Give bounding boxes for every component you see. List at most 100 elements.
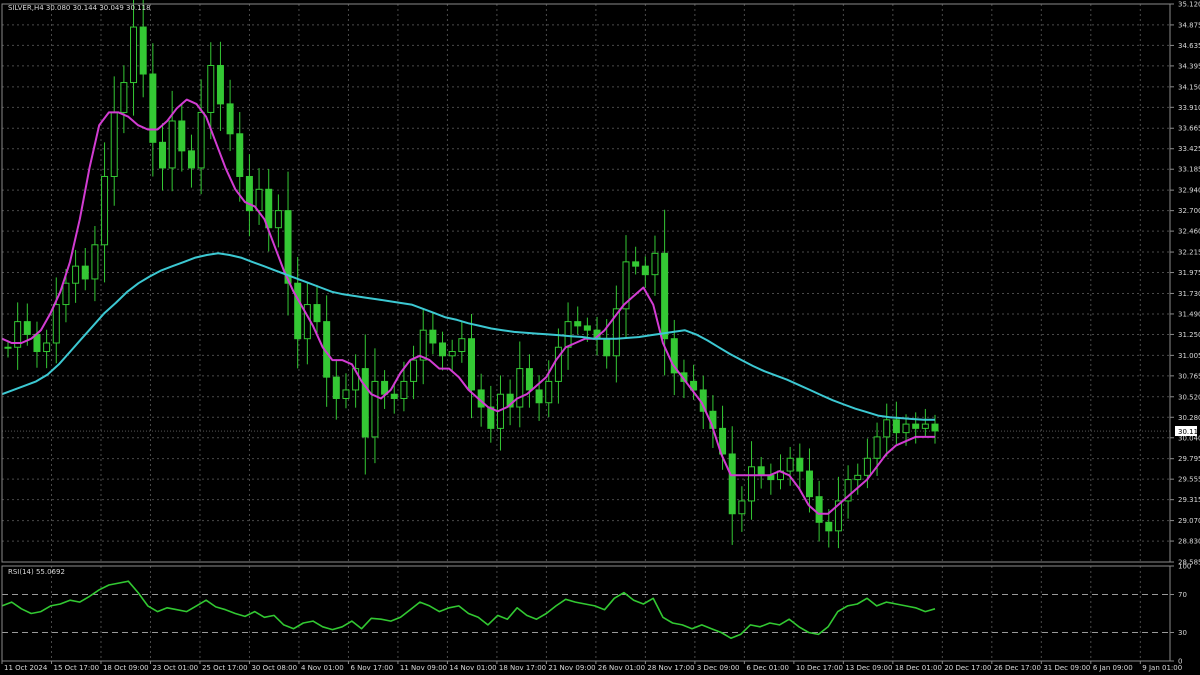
x-tick-label: 6 Jan 09:00 — [1093, 664, 1133, 672]
candle-body — [603, 338, 611, 357]
y-tick-label: 31.490 — [1178, 310, 1200, 318]
candle-body — [825, 521, 833, 532]
candle-body — [796, 457, 804, 472]
x-tick-label: 3 Dec 09:00 — [697, 664, 740, 672]
y-tick-label: 29.070 — [1178, 517, 1200, 525]
candle-body — [439, 342, 447, 357]
candlestick-series — [4, 0, 939, 549]
candle-body — [168, 120, 176, 169]
candle-body — [120, 82, 128, 113]
price-chart[interactable]: 35.120 34.875 34.635 34.395 34.150 33.910 33.6… — [0, 0, 1200, 675]
y-tick-label: 32.940 — [1178, 187, 1200, 195]
candle-body — [931, 423, 939, 432]
y-tick-label: 33.910 — [1178, 104, 1200, 112]
candle-body — [62, 282, 70, 306]
candle-body — [757, 466, 765, 476]
candle-body — [921, 423, 929, 429]
x-tick-label: 14 Nov 01:00 — [449, 664, 496, 672]
candle-body — [342, 389, 350, 399]
candle-body — [545, 380, 553, 404]
candle-body — [52, 304, 60, 344]
candle-body — [738, 500, 746, 515]
y-tick-label: 34.635 — [1178, 42, 1200, 50]
trading-chart-window: 35.120 34.875 34.635 34.395 34.150 33.910 33.6… — [0, 0, 1200, 675]
candle-body — [371, 380, 379, 438]
candle-body — [525, 368, 533, 391]
candle-body — [187, 150, 195, 169]
x-tick-label: 23 Oct 01:00 — [152, 664, 198, 672]
x-tick-label: 20 Dec 17:00 — [944, 664, 991, 672]
chart-header: SILVER,H4 30.080 30.144 30.049 30.118 — [8, 4, 151, 12]
candle-body — [641, 265, 649, 276]
current-price-tag: 30.118 — [1178, 428, 1200, 436]
x-tick-label: 31 Dec 09:00 — [1043, 664, 1090, 672]
ma-slow-line — [1, 252, 935, 421]
moving-average-lines — [1, 98, 935, 515]
x-tick-label: 28 Nov 17:00 — [647, 664, 694, 672]
candle-body — [274, 210, 282, 229]
candle-body — [390, 393, 398, 399]
y-tick-label: 35.120 — [1178, 1, 1200, 9]
y-tick-label: 32.215 — [1178, 249, 1200, 257]
candle-body — [883, 419, 891, 438]
candle-body — [448, 351, 456, 357]
y-tick-label: 33.425 — [1178, 145, 1200, 153]
candle-body — [912, 423, 920, 429]
y-tick-label: 31.250 — [1178, 331, 1200, 339]
x-tick-label: 9 Jan 01:00 — [1142, 664, 1182, 672]
y-tick-label: 34.395 — [1178, 62, 1200, 70]
candle-body — [332, 376, 340, 399]
candle-body — [516, 368, 524, 408]
candle-body — [33, 333, 41, 353]
y-tick-label: 29.315 — [1178, 496, 1200, 504]
x-tick-label: 26 Dec 17:00 — [994, 664, 1041, 672]
candle-body — [786, 457, 794, 472]
candle-body — [535, 389, 543, 404]
candle-body — [23, 321, 31, 335]
y-tick-label: 31.730 — [1178, 290, 1200, 298]
candle-body — [207, 64, 215, 113]
x-tick-label: 4 Nov 01:00 — [301, 664, 344, 672]
y-tick-label: 31.975 — [1178, 269, 1200, 277]
y-tick-label: 31.005 — [1178, 352, 1200, 360]
candle-body — [863, 457, 871, 476]
candle-body — [130, 26, 138, 84]
candle-body — [284, 210, 292, 284]
rsi-y-tick-label: 0 — [1178, 658, 1182, 666]
candle-body — [178, 120, 186, 152]
x-tick-label: 25 Oct 17:00 — [202, 664, 248, 672]
y-tick-label: 30.280 — [1178, 414, 1200, 422]
x-tick-label: 21 Nov 09:00 — [548, 664, 595, 672]
rsi-line — [1, 580, 936, 640]
candle-body — [4, 346, 12, 349]
price-panel-frame — [1, 3, 1171, 563]
x-tick-label: 13 Dec 09:00 — [845, 664, 892, 672]
candle-body — [873, 436, 881, 459]
x-tick-label: 10 Dec 17:00 — [796, 664, 843, 672]
ma-fast-line — [1, 98, 935, 515]
x-tick-label: 18 Dec 01:00 — [895, 664, 942, 672]
y-tick-label: 34.150 — [1178, 83, 1200, 91]
rsi-panel-frame — [1, 565, 1171, 662]
candle-body — [101, 175, 109, 246]
candle-body — [815, 496, 823, 523]
candle-body — [661, 252, 669, 340]
candle-body — [72, 265, 80, 284]
candle-body — [583, 325, 591, 331]
candle-body — [149, 73, 157, 143]
candle-body — [236, 133, 244, 177]
candle-body — [159, 141, 166, 169]
rsi-y-tick-label: 30 — [1178, 629, 1187, 637]
y-tick-label: 30.765 — [1178, 372, 1200, 380]
x-tick-label: 6 Dec 01:00 — [746, 664, 789, 672]
candle-body — [468, 338, 475, 391]
x-tick-label: 30 Oct 08:00 — [251, 664, 297, 672]
candle-body — [265, 188, 273, 229]
y-tick-label: 29.795 — [1178, 455, 1200, 463]
y-tick-label: 33.185 — [1178, 166, 1200, 174]
candle-body — [43, 342, 51, 353]
candle-body — [294, 282, 302, 340]
rsi-y-tick-label: 70 — [1178, 591, 1187, 599]
candle-body — [313, 304, 321, 323]
x-tick-label: 26 Nov 01:00 — [598, 664, 645, 672]
